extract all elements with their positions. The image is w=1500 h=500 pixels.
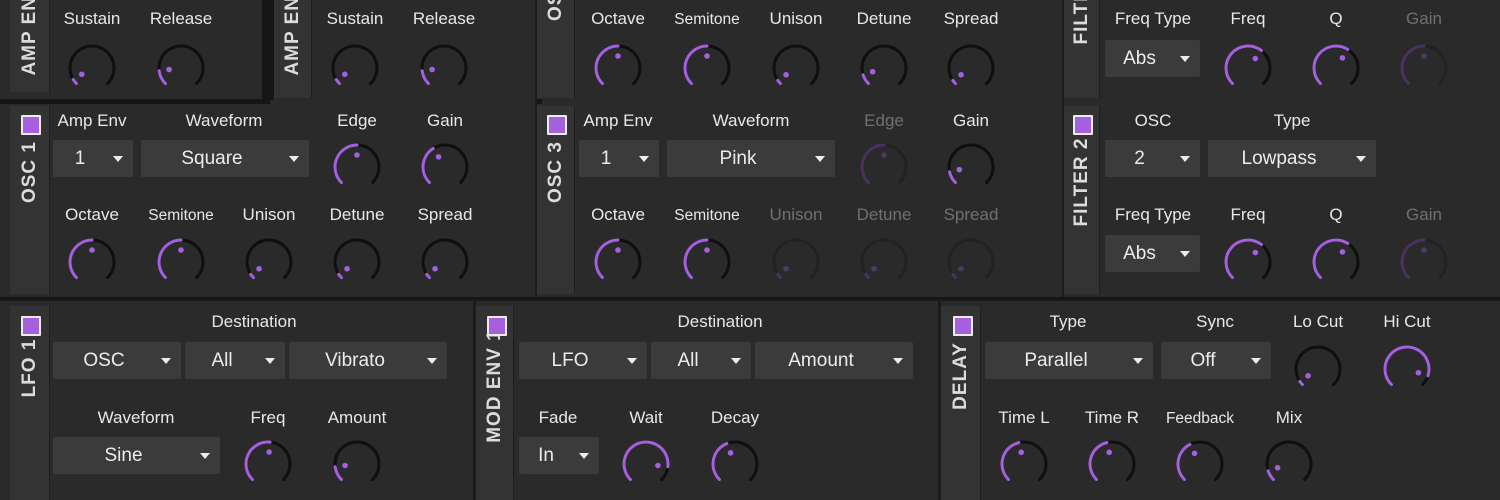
chevron-down-icon: [639, 156, 649, 162]
osc-2-spread-knob[interactable]: [945, 42, 997, 94]
osc-1-gain-knob[interactable]: [419, 141, 471, 193]
mod-env-1-decay-knob[interactable]: [709, 438, 761, 490]
lfo-1-power-toggle[interactable]: [21, 316, 41, 336]
chevron-down-icon: [815, 156, 825, 162]
mod-env-1-destination-dropdown-3[interactable]: Amount: [755, 342, 913, 379]
chevron-down-icon: [427, 358, 437, 364]
amp-osc-separator-left: [0, 99, 270, 104]
lfo-1-freq-knob[interactable]: [242, 438, 294, 490]
filter-1-q-knob[interactable]: [1310, 42, 1362, 94]
chevron-down-icon: [113, 156, 123, 162]
filter-1-strip: FILTER 1: [1064, 0, 1100, 98]
mod-env-1-wait-knob[interactable]: [620, 438, 672, 490]
osc-3-gain-knob[interactable]: [945, 141, 997, 193]
lfo-1-destination-dropdown-3[interactable]: Vibrato: [289, 342, 447, 379]
osc-2-unison-knob[interactable]: [770, 42, 822, 94]
chevron-down-icon: [161, 358, 171, 364]
osc-3-waveform-dropdown[interactable]: Pink: [667, 140, 835, 177]
delay-sync-dropdown[interactable]: Off: [1161, 342, 1271, 379]
lfo-1-amount-knob[interactable]: [331, 438, 383, 490]
osc-3-label: OSC 3: [544, 140, 566, 204]
filter-2-type-dropdown[interactable]: Lowpass: [1208, 140, 1376, 177]
osc-3-semitone-knob[interactable]: [681, 236, 733, 288]
delay-mix-knob[interactable]: [1263, 438, 1315, 490]
chevron-down-icon: [579, 453, 589, 459]
horizontal-divider: [0, 297, 1500, 300]
osc-2-octave-knob[interactable]: [592, 42, 644, 94]
delay-type-dropdown[interactable]: Parallel: [985, 342, 1153, 379]
lfo-1-destination-dropdown-2[interactable]: All: [185, 342, 285, 379]
filter-2-osc-dropdown[interactable]: 2: [1105, 140, 1200, 177]
osc-3-power-toggle[interactable]: [547, 115, 567, 135]
osc-1-waveform-dropdown[interactable]: Square: [141, 140, 309, 177]
osc-2-detune-knob[interactable]: [858, 42, 910, 94]
delay-time-l-knob[interactable]: [998, 438, 1050, 490]
filter-2-gain-knob[interactable]: [1398, 236, 1450, 288]
filter-2-label: FILTER 2: [1070, 137, 1092, 227]
amp-env-3-strip: AMP ENV 3: [274, 0, 312, 98]
chevron-down-icon: [1251, 358, 1261, 364]
osc-3-spread-knob[interactable]: [945, 236, 997, 288]
osc-1-edge-knob[interactable]: [331, 141, 383, 193]
amp-env-gap: [262, 0, 274, 100]
delay-hi-cut-knob[interactable]: [1381, 343, 1433, 395]
osc-2-strip-top: OSC 2: [537, 0, 575, 98]
filter-1-label: FILTER 1: [1070, 0, 1092, 45]
chevron-down-icon: [265, 358, 275, 364]
osc-1-unison-knob[interactable]: [243, 236, 295, 288]
amp-env-3-sustain-knob[interactable]: [329, 42, 381, 94]
osc-3-detune-knob[interactable]: [858, 236, 910, 288]
osc-1-detune-knob[interactable]: [331, 236, 383, 288]
filter-1-gain-knob[interactable]: [1398, 42, 1450, 94]
osc-2-label: OSC 2: [545, 0, 567, 21]
filter-2-q-knob[interactable]: [1310, 236, 1362, 288]
osc-1-label: OSC 1: [18, 140, 40, 204]
amp-env-3-release-knob[interactable]: [418, 42, 470, 94]
delay-time-r-knob[interactable]: [1086, 438, 1138, 490]
osc-1-semitone-knob[interactable]: [155, 236, 207, 288]
osc-separator-middle: [537, 99, 542, 104]
delay-feedback-knob[interactable]: [1174, 438, 1226, 490]
mod-env-1-power-toggle[interactable]: [487, 316, 507, 336]
delay-label: DELAY: [949, 342, 971, 410]
chevron-down-icon: [289, 156, 299, 162]
chevron-down-icon: [893, 358, 903, 364]
chevron-down-icon: [1356, 156, 1366, 162]
filter-2-power-toggle[interactable]: [1073, 115, 1093, 135]
chevron-down-icon: [1180, 56, 1190, 62]
mod-env-1-destination-dropdown-2[interactable]: All: [651, 342, 751, 379]
osc-1-octave-knob[interactable]: [66, 236, 118, 288]
osc-3-edge-knob[interactable]: [858, 141, 910, 193]
osc-3-unison-knob[interactable]: [770, 236, 822, 288]
amp-env-3-label: AMP ENV 3: [281, 0, 303, 76]
amp-env-1-release-knob[interactable]: [155, 42, 207, 94]
mod-env-1-destination-dropdown-1[interactable]: LFO: [519, 342, 647, 379]
chevron-down-icon: [1180, 251, 1190, 257]
delay-power-toggle[interactable]: [953, 316, 973, 336]
osc-3-octave-knob[interactable]: [592, 236, 644, 288]
osc-1-amp-env-dropdown[interactable]: 1: [53, 140, 133, 177]
chevron-down-icon: [200, 453, 210, 459]
chevron-down-icon: [627, 358, 637, 364]
chevron-down-icon: [731, 358, 741, 364]
amp-env-1-label: AMP ENV 1: [18, 0, 40, 76]
chevron-down-icon: [1133, 358, 1143, 364]
osc-1-spread-knob[interactable]: [419, 236, 471, 288]
lfo-1-destination-dropdown-1[interactable]: OSC: [53, 342, 181, 379]
delay-lo-cut-knob[interactable]: [1292, 343, 1344, 395]
filter-2-freq-type-dropdown[interactable]: Abs: [1105, 235, 1200, 272]
amp-env-1-sustain-knob[interactable]: [66, 42, 118, 94]
mod-env-1-label: MOD ENV 1: [483, 329, 505, 443]
amp-env-1-strip: AMP ENV 1: [10, 0, 50, 92]
filter-1-freq-type-dropdown[interactable]: Abs: [1105, 40, 1200, 77]
lfo-1-label: LFO 1: [18, 338, 40, 398]
lfo-1-waveform-dropdown[interactable]: Sine: [53, 437, 220, 474]
osc-1-power-toggle[interactable]: [21, 115, 41, 135]
osc-2-semitone-knob[interactable]: [681, 42, 733, 94]
osc-3-amp-env-dropdown[interactable]: 1: [579, 140, 659, 177]
chevron-down-icon: [1180, 156, 1190, 162]
filter-2-freq-knob[interactable]: [1222, 236, 1274, 288]
mod-env-1-fade-dropdown[interactable]: In: [519, 437, 599, 474]
filter-1-freq-knob[interactable]: [1222, 42, 1274, 94]
